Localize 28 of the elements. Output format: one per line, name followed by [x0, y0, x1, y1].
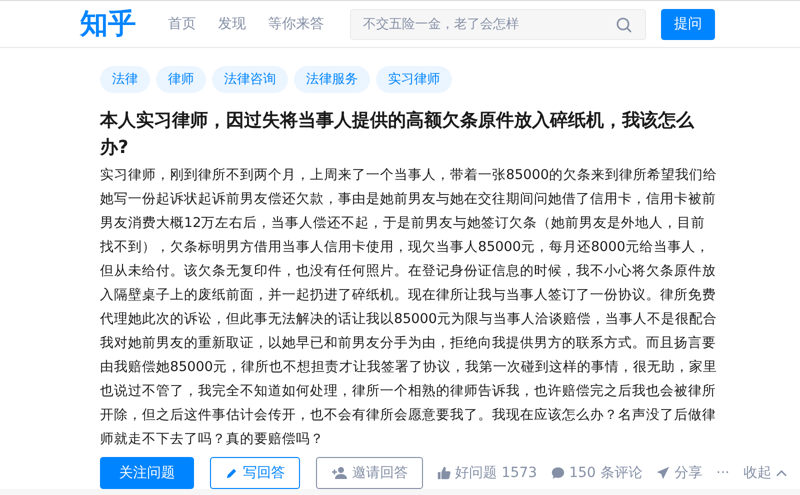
- like-button[interactable]: 好问题 1573: [437, 464, 538, 482]
- topic-tag[interactable]: 法律: [100, 66, 150, 93]
- logo[interactable]: 知乎: [80, 5, 142, 43]
- nav-link[interactable]: 等你来答: [268, 15, 324, 33]
- topic-tag[interactable]: 律师: [156, 66, 206, 93]
- add-person-icon: [331, 466, 347, 480]
- nav-link[interactable]: 首页: [168, 15, 196, 33]
- question-body: 实习律师，刚到律所不到两个月，上周来了一个当事人，带着一张85000的欠条来到律所希望我们给她写一份起诉状起诉前男友偿还欠款，事由是她前男友与她在交往期间问她借了信用卡，信用卡被前男友消费大概12万左右后，当事人偿还不起，于是前男友与她签订欠条（她前男友是外地人，目前找不到），欠条标明男方借用当事人信用卡使用，现欠当事人85000元，每月还8000元给当事人，但从未给付。该欠条无复印件，也没有任何照片。在登记身份证信息的时候，我不小心将欠条原件放入隔壁桌子上的废纸前面，并一起扔进了碎纸机。现在律所让我与当事人签订了一份协议。律所免费代理她此次的诉讼，但此事无法解决的话让我以85000元为限与当事人洽谈赔偿，当事人不是很配合我对她前男友的重新取证，以她早已和前男友分手为由，拒绝向我提供男方的联系方式。而且扬言要由我赔偿她85000元，律所也不想担责才让我签署了协议，我第一次碰到这样的事情，很无助，家里也说过不管了，我完全不知道如何处理，律所一个相熟的律师告诉我，也许赔偿完之后我也会被律所开除，但之后这件事估计会传开，也不会有律所会愿意要我了。我现在应该怎么办？名声没了后做律师就走不下去了吗？真的要赔偿吗？: [100, 166, 718, 449]
- comment-button[interactable]: 150 条评论: [551, 464, 642, 482]
- nav-link[interactable]: 发现: [218, 15, 246, 33]
- speech-bubble-icon: [551, 466, 566, 480]
- follow-button[interactable]: 关注问题: [100, 457, 194, 489]
- collapse-button[interactable]: 收起: [744, 464, 787, 482]
- search-field[interactable]: 不交五险一金，老了会怎样: [350, 8, 646, 40]
- chevron-up-icon: [776, 469, 787, 477]
- topic-tag[interactable]: 法律咨询: [212, 66, 288, 93]
- share-button[interactable]: 分享: [656, 464, 702, 482]
- write-answer-button[interactable]: 写回答: [210, 457, 300, 489]
- thumbs-up-icon: [437, 466, 451, 480]
- search-icon[interactable]: [616, 16, 632, 32]
- question-title: 本人实习律师，因过失将当事人提供的高额欠条原件放入碎纸机，我该怎么办?: [100, 109, 696, 160]
- topic-tag[interactable]: 实习律师: [376, 66, 452, 93]
- invite-button[interactable]: 邀请回答: [316, 457, 423, 489]
- ask-button[interactable]: 提问: [661, 8, 715, 40]
- more-button[interactable]: ···: [716, 465, 730, 481]
- topic-tag[interactable]: 法律服务: [294, 66, 370, 93]
- paper-plane-icon: [656, 466, 670, 480]
- pencil-icon: [225, 466, 238, 480]
